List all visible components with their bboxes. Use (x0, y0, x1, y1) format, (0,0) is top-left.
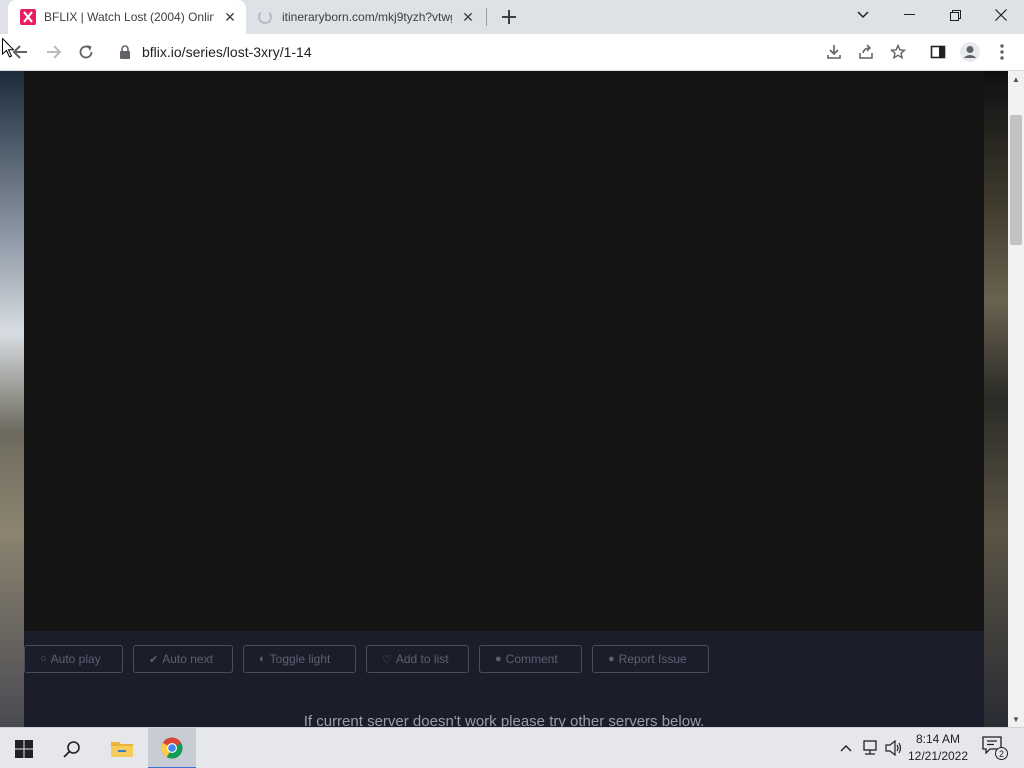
button-label: Auto play (50, 652, 101, 666)
report-issue-button[interactable]: ● Report Issue (592, 645, 709, 673)
button-label: Toggle light (269, 652, 331, 666)
video-player[interactable] (24, 71, 984, 631)
notification-count-badge: 2 (995, 747, 1008, 760)
tab-separator (486, 8, 487, 26)
star-icon (890, 44, 906, 60)
scroll-up-arrow-icon[interactable]: ▲ (1008, 71, 1024, 87)
comment-button[interactable]: ● Comment (479, 645, 582, 673)
mouse-cursor-icon (2, 38, 14, 58)
forward-button[interactable] (40, 38, 68, 66)
auto-next-button[interactable]: ✔ Auto next (133, 645, 233, 673)
info-icon: ● (608, 653, 615, 665)
clock-time: 8:14 AM (915, 732, 961, 746)
scroll-down-arrow-icon[interactable]: ▼ (1008, 711, 1024, 727)
install-button[interactable] (820, 38, 848, 66)
network-icon[interactable] (860, 738, 880, 758)
url-text: bflix.io/series/lost-3xry/1-14 (142, 44, 312, 60)
lock-icon[interactable] (118, 45, 132, 59)
restore-button[interactable] (932, 0, 978, 30)
close-tab-icon[interactable]: ✕ (222, 9, 238, 25)
avatar-icon (960, 42, 980, 62)
folder-icon (111, 741, 133, 757)
windows-icon (15, 739, 33, 758)
check-circle-icon: ✔ (149, 653, 159, 666)
download-icon (827, 45, 841, 59)
tab-strip: BFLIX | Watch Lost (2004) Online ✕ itine… (0, 0, 1024, 34)
button-label: Add to list (395, 652, 449, 666)
minimize-icon (903, 14, 915, 15)
tab-title: BFLIX | Watch Lost (2004) Online (44, 10, 214, 24)
add-to-list-button[interactable]: ♡ Add to list (366, 645, 469, 673)
notification-center-button[interactable]: 2 (982, 736, 1008, 760)
chevron-down-icon (857, 11, 869, 19)
background-image (984, 71, 1008, 727)
server-notice: If current server doesn't work please tr… (303, 713, 705, 727)
page-scrollbar[interactable]: ▲ ▼ (1008, 71, 1024, 727)
button-label: Report Issue (618, 652, 687, 666)
bflix-x-icon (20, 9, 36, 25)
new-tab-button[interactable] (498, 6, 520, 28)
chrome-taskbar-button[interactable] (148, 728, 196, 768)
close-icon (995, 9, 1007, 21)
half-circle-icon: ◐ (259, 653, 266, 665)
menu-button[interactable] (988, 38, 1016, 66)
tab-bflix[interactable]: BFLIX | Watch Lost (2004) Online ✕ (8, 0, 246, 34)
button-label: Auto next (162, 652, 213, 666)
taskbar: 8:14 AM 12/21/2022 2 (0, 727, 1024, 768)
close-tab-icon[interactable]: ✕ (460, 9, 476, 25)
clock-date: 12/21/2022 (907, 749, 969, 763)
plus-icon (502, 10, 516, 24)
reload-icon (79, 45, 93, 59)
heart-icon: ♡ (382, 653, 392, 666)
tab-itineraryborn[interactable]: itineraryborn.com/mkj9tyzh?vtwg ✕ (248, 0, 484, 34)
loading-icon (258, 10, 272, 24)
button-label: Comment (505, 652, 558, 666)
volume-icon[interactable] (884, 738, 904, 758)
bookmark-button[interactable] (884, 38, 912, 66)
scroll-thumb[interactable] (1010, 115, 1022, 245)
chrome-icon (161, 737, 183, 759)
share-button[interactable] (852, 38, 880, 66)
kebab-menu-icon (1000, 44, 1004, 60)
chevron-up-icon[interactable] (836, 738, 856, 758)
minimize-button[interactable] (886, 0, 932, 30)
toggle-light-button[interactable]: ◐ Toggle light (243, 645, 356, 673)
tab-title: itineraryborn.com/mkj9tyzh?vtwg (282, 10, 452, 24)
profile-button[interactable] (956, 38, 984, 66)
start-button[interactable] (0, 728, 48, 768)
restore-icon (949, 9, 961, 21)
background-image (0, 71, 24, 727)
circle-icon: ○ (40, 653, 47, 665)
arrow-right-icon (47, 45, 62, 59)
address-bar[interactable]: bflix.io/series/lost-3xry/1-14 (108, 37, 920, 67)
page-content: ○ Auto play ✔ Auto next ◐ Toggle light ♡… (0, 71, 1008, 727)
side-panel-icon (930, 45, 946, 59)
system-clock[interactable]: 8:14 AM 12/21/2022 (904, 731, 972, 765)
tab-search-button[interactable] (840, 0, 886, 30)
player-controls: ○ Auto play ✔ Auto next ◐ Toggle light ♡… (24, 645, 709, 673)
share-icon (859, 44, 873, 59)
comment-icon: ● (495, 653, 502, 665)
auto-play-button[interactable]: ○ Auto play (24, 645, 123, 673)
reload-button[interactable] (72, 38, 100, 66)
close-window-button[interactable] (978, 0, 1024, 30)
file-explorer-button[interactable] (98, 728, 146, 768)
browser-toolbar: bflix.io/series/lost-3xry/1-14 (0, 34, 1024, 71)
arrow-left-icon (12, 45, 27, 59)
search-icon (63, 740, 80, 758)
side-panel-button[interactable] (924, 38, 952, 66)
search-button[interactable] (48, 728, 96, 768)
